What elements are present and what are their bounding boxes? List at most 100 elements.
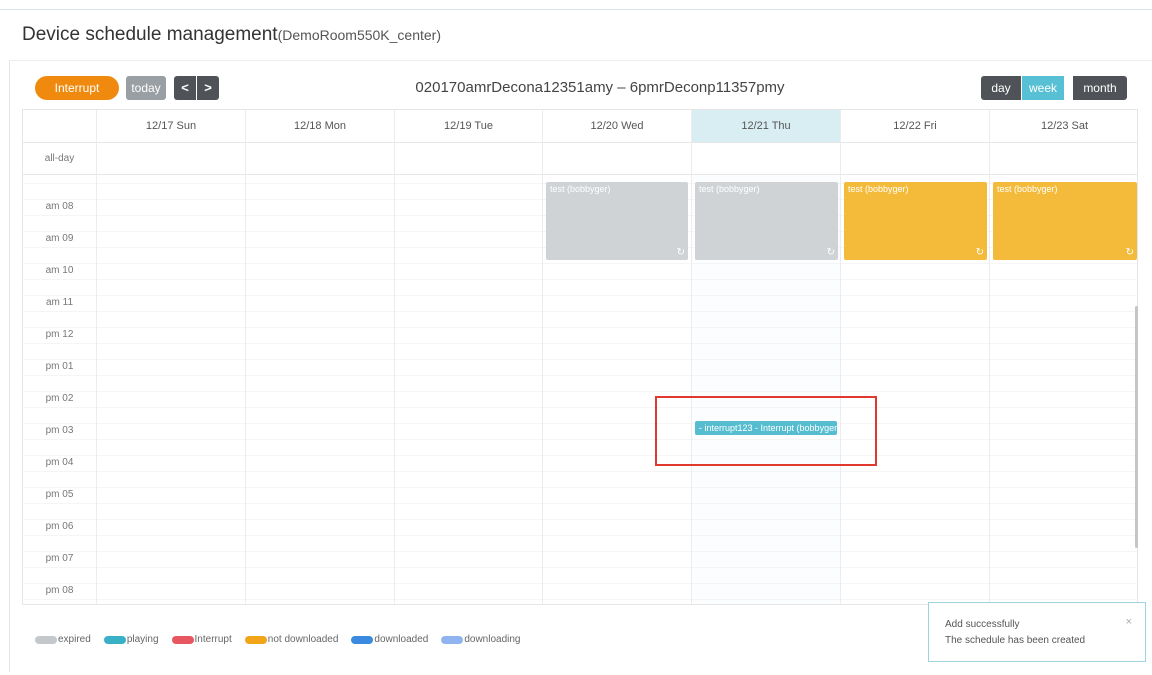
time-label: am 09 <box>45 233 74 244</box>
time-label: am 11 <box>45 297 74 308</box>
page-subtitle: (DemoRoom550K_center) <box>277 27 441 43</box>
time-slot-line <box>23 567 1137 568</box>
legend-swatch <box>35 635 57 644</box>
allday-label: all-day <box>44 153 75 164</box>
today-button[interactable]: today <box>126 76 166 100</box>
column-divider <box>542 110 543 604</box>
time-slot-line <box>23 503 1137 504</box>
event-thu-test[interactable]: test (bobbyger) ↻ <box>695 182 838 260</box>
time-slot-line <box>23 391 1137 392</box>
success-toast: Add successfully The schedule has been c… <box>928 602 1146 662</box>
time-slot-line <box>23 519 1137 520</box>
legend-swatch <box>103 635 126 644</box>
legend-label: playing <box>126 634 159 645</box>
day-header-sat: 12/23 Sat <box>990 110 1137 143</box>
legend-label: not downloaded <box>267 634 339 645</box>
legend-label: downloaded <box>374 634 429 645</box>
time-label: pm 05 <box>45 489 74 500</box>
time-label: pm 07 <box>45 553 74 564</box>
legend-expired: expired <box>35 634 91 645</box>
legend-swatch <box>244 635 267 644</box>
day-header-mon: 12/18 Mon <box>246 110 395 143</box>
column-divider <box>96 110 97 604</box>
legend-not-downloaded: not downloaded <box>244 634 339 645</box>
legend-downloaded: downloaded <box>351 634 428 645</box>
time-label: pm 06 <box>45 521 74 532</box>
time-slot-line <box>23 279 1137 280</box>
time-slot-line <box>23 359 1137 360</box>
view-month-button[interactable]: month <box>1073 76 1127 100</box>
repeat-icon: ↻ <box>826 247 835 258</box>
legend-playing: playing <box>103 634 159 645</box>
day-header-sun: 12/17 Sun <box>97 110 246 143</box>
day-header-wed: 12/20 Wed <box>543 110 692 143</box>
calendar-scrollbar[interactable] <box>1135 306 1138 548</box>
legend-swatch <box>171 635 194 644</box>
legend-label: downloading <box>464 634 521 645</box>
legend-swatch <box>441 635 464 644</box>
view-week-button[interactable]: week <box>1022 76 1064 100</box>
time-label: am 08 <box>45 201 74 212</box>
day-header-fri: 12/22 Fri <box>841 110 990 143</box>
toast-title: Add successfully <box>945 619 1020 630</box>
time-slot-line <box>23 551 1137 552</box>
time-slot-line <box>23 599 1137 600</box>
legend-label: expired <box>58 634 91 645</box>
time-slot-line <box>23 295 1137 296</box>
time-gutter-header <box>23 110 97 143</box>
legend-swatch <box>351 635 374 644</box>
toast-message: The schedule has been created <box>945 635 1086 646</box>
prev-week-button[interactable]: < <box>174 76 196 100</box>
time-label: pm 08 <box>45 585 74 596</box>
event-fri-test[interactable]: test (bobbyger) ↻ <box>844 182 987 260</box>
interrupt-button[interactable]: Interrupt <box>35 76 119 100</box>
page-title: Device schedule management(DemoRoom550K_… <box>22 24 441 46</box>
highlight-box <box>655 396 877 466</box>
column-divider <box>691 110 692 604</box>
column-divider <box>840 110 841 604</box>
view-day-button[interactable]: day <box>981 76 1021 100</box>
time-slot-line <box>23 487 1137 488</box>
repeat-icon: ↻ <box>975 247 984 258</box>
time-label: pm 03 <box>45 425 74 436</box>
event-wed-test[interactable]: test (bobbyger) ↻ <box>546 182 688 260</box>
event-title: test (bobbyger) <box>997 184 1058 194</box>
event-title: test (bobbyger) <box>550 184 611 194</box>
column-divider <box>394 110 395 604</box>
allday-row[interactable] <box>23 143 1137 175</box>
time-slot-line <box>23 327 1137 328</box>
legend-label: Interrupt <box>194 634 232 645</box>
repeat-icon: ↻ <box>1125 247 1134 258</box>
time-slot-line <box>23 423 1137 424</box>
time-label: pm 02 <box>45 393 74 404</box>
status-legend: expired playing Interrupt not downloaded… <box>35 634 534 645</box>
time-label: pm 01 <box>45 361 74 372</box>
time-label: pm 12 <box>45 329 74 340</box>
time-label: pm 04 <box>45 457 74 468</box>
time-slot-line <box>23 375 1137 376</box>
week-calendar-grid: 12/17 Sun 12/18 Mon 12/19 Tue 12/20 Wed … <box>22 109 1138 605</box>
event-sat-test[interactable]: test (bobbyger) ↻ <box>993 182 1137 260</box>
time-slot-line <box>23 343 1137 344</box>
time-slot-line <box>23 263 1137 264</box>
chevron-right-icon: > <box>204 80 212 95</box>
time-slot-line <box>23 583 1137 584</box>
time-slot-line <box>23 455 1137 456</box>
time-slot-line <box>23 407 1137 408</box>
chevron-left-icon: < <box>181 80 189 95</box>
legend-downloading: downloading <box>441 634 521 645</box>
top-edge <box>0 0 1152 10</box>
time-slot-line <box>23 439 1137 440</box>
day-header-thu: 12/21 Thu <box>692 110 841 143</box>
date-range-title: 020170amrDecona12351amy – 6pmrDeconp1135… <box>415 79 785 96</box>
time-label: am 10 <box>45 265 74 276</box>
time-slot-line <box>23 471 1137 472</box>
close-icon[interactable]: × <box>1126 616 1132 628</box>
event-title: test (bobbyger) <box>699 184 760 194</box>
next-week-button[interactable]: > <box>197 76 219 100</box>
time-slot-line <box>23 535 1137 536</box>
page-title-text: Device schedule management <box>22 24 278 45</box>
repeat-icon: ↻ <box>676 247 685 258</box>
column-divider <box>989 110 990 604</box>
time-slot-line <box>23 311 1137 312</box>
